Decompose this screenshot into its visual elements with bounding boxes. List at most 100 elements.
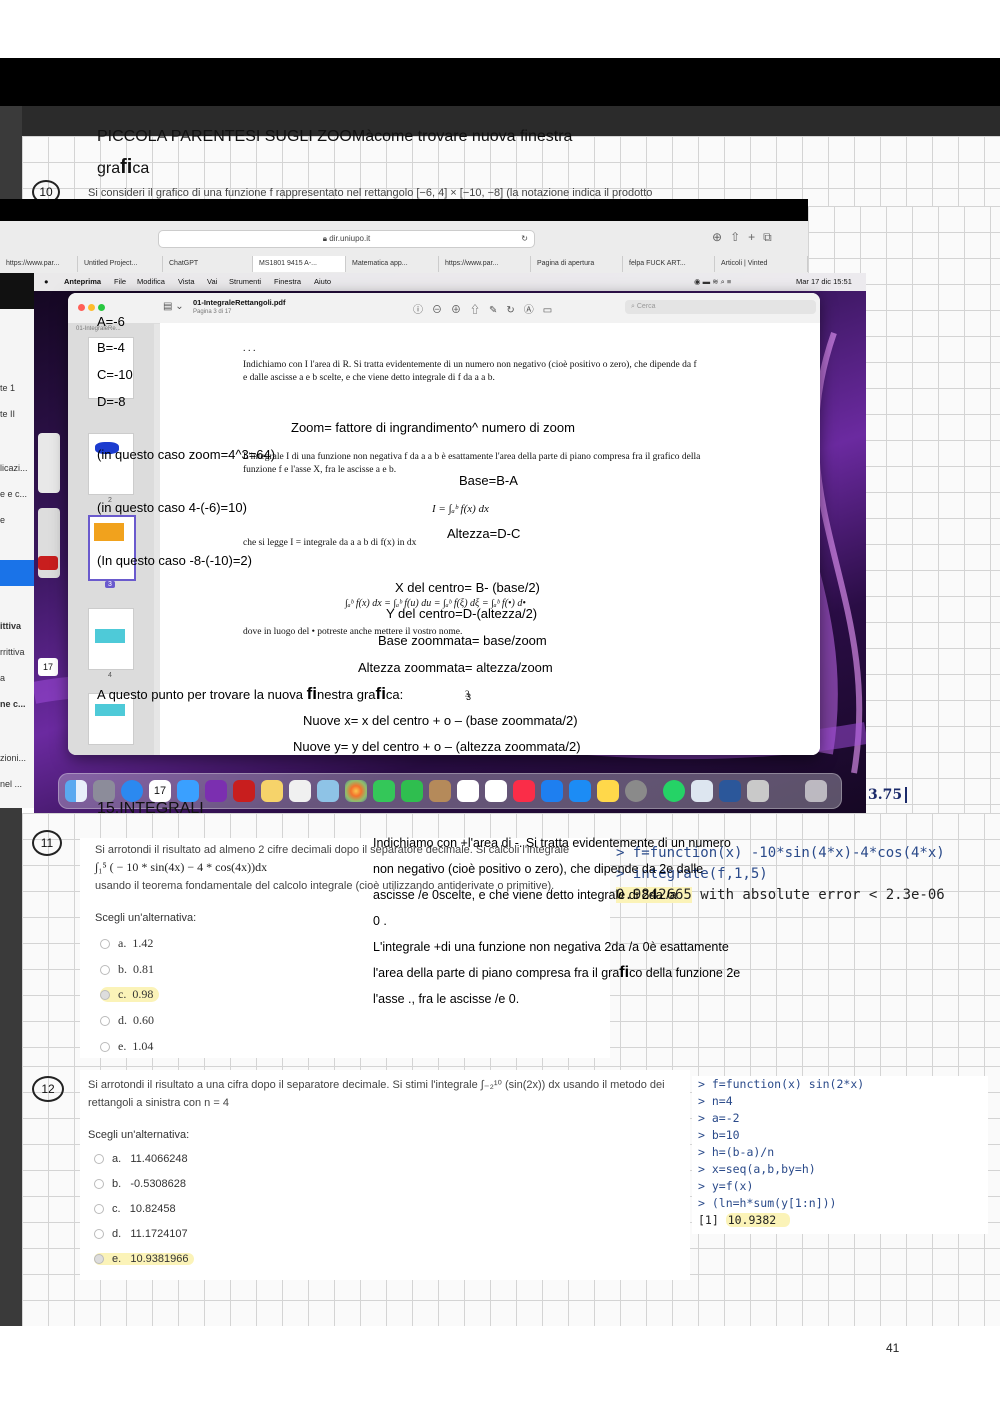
sidebar-item[interactable]: licazi... <box>0 463 28 473</box>
settings-icon[interactable] <box>625 780 647 802</box>
q12-choice-b[interactable]: b. -0.5308628 <box>94 1178 186 1190</box>
radio-button[interactable] <box>94 1154 104 1165</box>
radio-button[interactable] <box>94 1229 104 1240</box>
rotate-icon[interactable]: ↻ <box>506 305 523 316</box>
q12-choice-a[interactable]: a. 11.4066248 <box>94 1153 188 1165</box>
reload-icon[interactable]: ↻ <box>521 231 528 247</box>
messages-icon[interactable] <box>373 780 395 802</box>
thumbnail-page-2[interactable] <box>88 433 134 495</box>
safari-icon[interactable] <box>121 780 143 802</box>
sidebar-item-active[interactable] <box>0 560 34 586</box>
share-icon[interactable]: ⇧ <box>730 230 748 244</box>
word-icon[interactable] <box>719 780 741 802</box>
app-icon[interactable] <box>317 780 339 802</box>
trash-icon[interactable] <box>805 780 827 802</box>
browser-tab[interactable]: https://www.par... <box>439 256 531 272</box>
finder-icon[interactable] <box>65 780 87 802</box>
share-icon[interactable]: ⇧ <box>470 305 489 316</box>
form-icon[interactable]: ▭ <box>543 305 561 316</box>
menu-strumenti[interactable]: Strumenti <box>229 273 261 291</box>
zoom-out-icon[interactable]: ⊖ <box>432 305 451 316</box>
q12-choice-c[interactable]: c. 10.82458 <box>94 1203 176 1215</box>
upo-icon[interactable] <box>233 780 255 802</box>
radio-button[interactable] <box>100 965 110 976</box>
zoom-button[interactable] <box>98 304 105 311</box>
menu-aiuto[interactable]: Aiuto <box>314 273 331 291</box>
facetime-icon[interactable] <box>401 780 423 802</box>
info-icon[interactable]: ⓘ <box>413 305 432 316</box>
browser-tab[interactable]: felpa FUCK ART... <box>623 256 715 272</box>
browser-tab[interactable]: ChatGPT <box>163 256 253 272</box>
sidebar-toggle-icon[interactable]: ▤ ⌄ <box>163 301 184 312</box>
radio-button[interactable] <box>100 1042 110 1053</box>
menu-file[interactable]: File <box>114 273 126 291</box>
radio-button[interactable] <box>94 1179 104 1190</box>
zoom-in-icon[interactable]: ⊕ <box>451 305 470 316</box>
menu-finestra[interactable]: Finestra <box>274 273 301 291</box>
browser-tab[interactable]: https://www.par... <box>0 256 78 272</box>
sidebar-item[interactable]: rrittiva <box>0 647 25 657</box>
app-m-icon[interactable] <box>261 780 283 802</box>
search-field[interactable]: ⌕ Cerca <box>625 300 816 314</box>
calendar-icon[interactable]: 17 <box>149 780 171 802</box>
close-button[interactable] <box>78 304 85 311</box>
contacts-icon[interactable] <box>429 780 451 802</box>
app-store-icon[interactable] <box>569 780 591 802</box>
thumbnail-page-4[interactable] <box>88 608 134 670</box>
radio-button[interactable] <box>94 1204 104 1215</box>
onenote-icon[interactable] <box>205 780 227 802</box>
music-icon[interactable] <box>513 780 535 802</box>
menu-modifica[interactable]: Modifica <box>137 273 165 291</box>
minimize-button[interactable] <box>88 304 95 311</box>
address-bar[interactable]: 🔒︎ dir.uniupo.it ↻ <box>158 230 535 248</box>
tabs-icon[interactable]: ⧉ <box>763 230 780 244</box>
markup-icon[interactable]: ✎ <box>489 305 506 316</box>
sidebar-item[interactable]: ne c... <box>0 699 26 709</box>
q12-choice-e-selected[interactable]: e. 10.9381966 <box>94 1253 195 1265</box>
upo-icon[interactable] <box>38 556 58 570</box>
photos-icon[interactable] <box>345 780 367 802</box>
sidebar-item[interactable]: zioni... <box>0 753 26 763</box>
browser-tab-active[interactable]: MS1801 9415 A-... <box>253 256 346 272</box>
thumbnail-page-3[interactable] <box>88 515 136 581</box>
notes-icon[interactable] <box>597 780 619 802</box>
download-icon[interactable]: ⊕ <box>712 230 730 244</box>
sidebar-item[interactable]: a <box>0 673 5 683</box>
whatsapp-icon[interactable] <box>663 780 685 802</box>
radio-button-selected[interactable] <box>94 1254 104 1265</box>
browser-tab[interactable]: Articoli | Vinted <box>715 256 808 272</box>
menu-app-name[interactable]: Anteprima <box>64 273 101 291</box>
freeform-icon[interactable] <box>485 780 507 802</box>
printer-icon[interactable] <box>747 780 769 802</box>
sidebar-item[interactable]: e e c... <box>0 489 27 499</box>
app-icon[interactable] <box>289 780 311 802</box>
menu-vai[interactable]: Vai <box>207 273 217 291</box>
sidebar-item[interactable]: te II <box>0 409 15 419</box>
q11-choice-d[interactable]: d. 0.60 <box>100 1013 154 1028</box>
q11-choice-a[interactable]: a. 1.42 <box>100 936 153 951</box>
reminders-icon[interactable] <box>457 780 479 802</box>
radio-button[interactable] <box>100 1016 110 1027</box>
browser-tab[interactable]: Matematica app... <box>346 256 439 272</box>
annotate-icon[interactable]: Ⓐ <box>524 305 543 316</box>
apple-icon[interactable]: ● <box>44 273 49 291</box>
keynote-icon[interactable] <box>541 780 563 802</box>
launchpad-icon[interactable] <box>93 780 115 802</box>
q11-choice-e[interactable]: e. 1.04 <box>100 1039 153 1054</box>
sidebar-item[interactable]: nel ... <box>0 779 22 789</box>
sidebar-item[interactable]: ittiva <box>0 621 21 631</box>
q11-choice-c-selected[interactable]: c. 0.98 <box>100 987 160 1002</box>
new-tab-icon[interactable]: + <box>748 230 763 244</box>
browser-tab[interactable]: Untitled Project... <box>78 256 163 272</box>
sidebar-item[interactable]: te 1 <box>0 383 15 393</box>
browser-tab[interactable]: Pagina di apertura <box>531 256 623 272</box>
radio-button-selected[interactable] <box>100 990 110 1001</box>
q11-choice-b[interactable]: b. 0.81 <box>100 962 154 977</box>
sidebar-item[interactable]: e <box>0 515 5 525</box>
radio-button[interactable] <box>100 939 110 950</box>
preview-icon[interactable] <box>691 780 713 802</box>
q12-choice-d[interactable]: d. 11.1724107 <box>94 1228 188 1240</box>
calendar-icon[interactable]: 17 <box>38 658 58 676</box>
mail-icon[interactable] <box>177 780 199 802</box>
menu-vista[interactable]: Vista <box>178 273 195 291</box>
